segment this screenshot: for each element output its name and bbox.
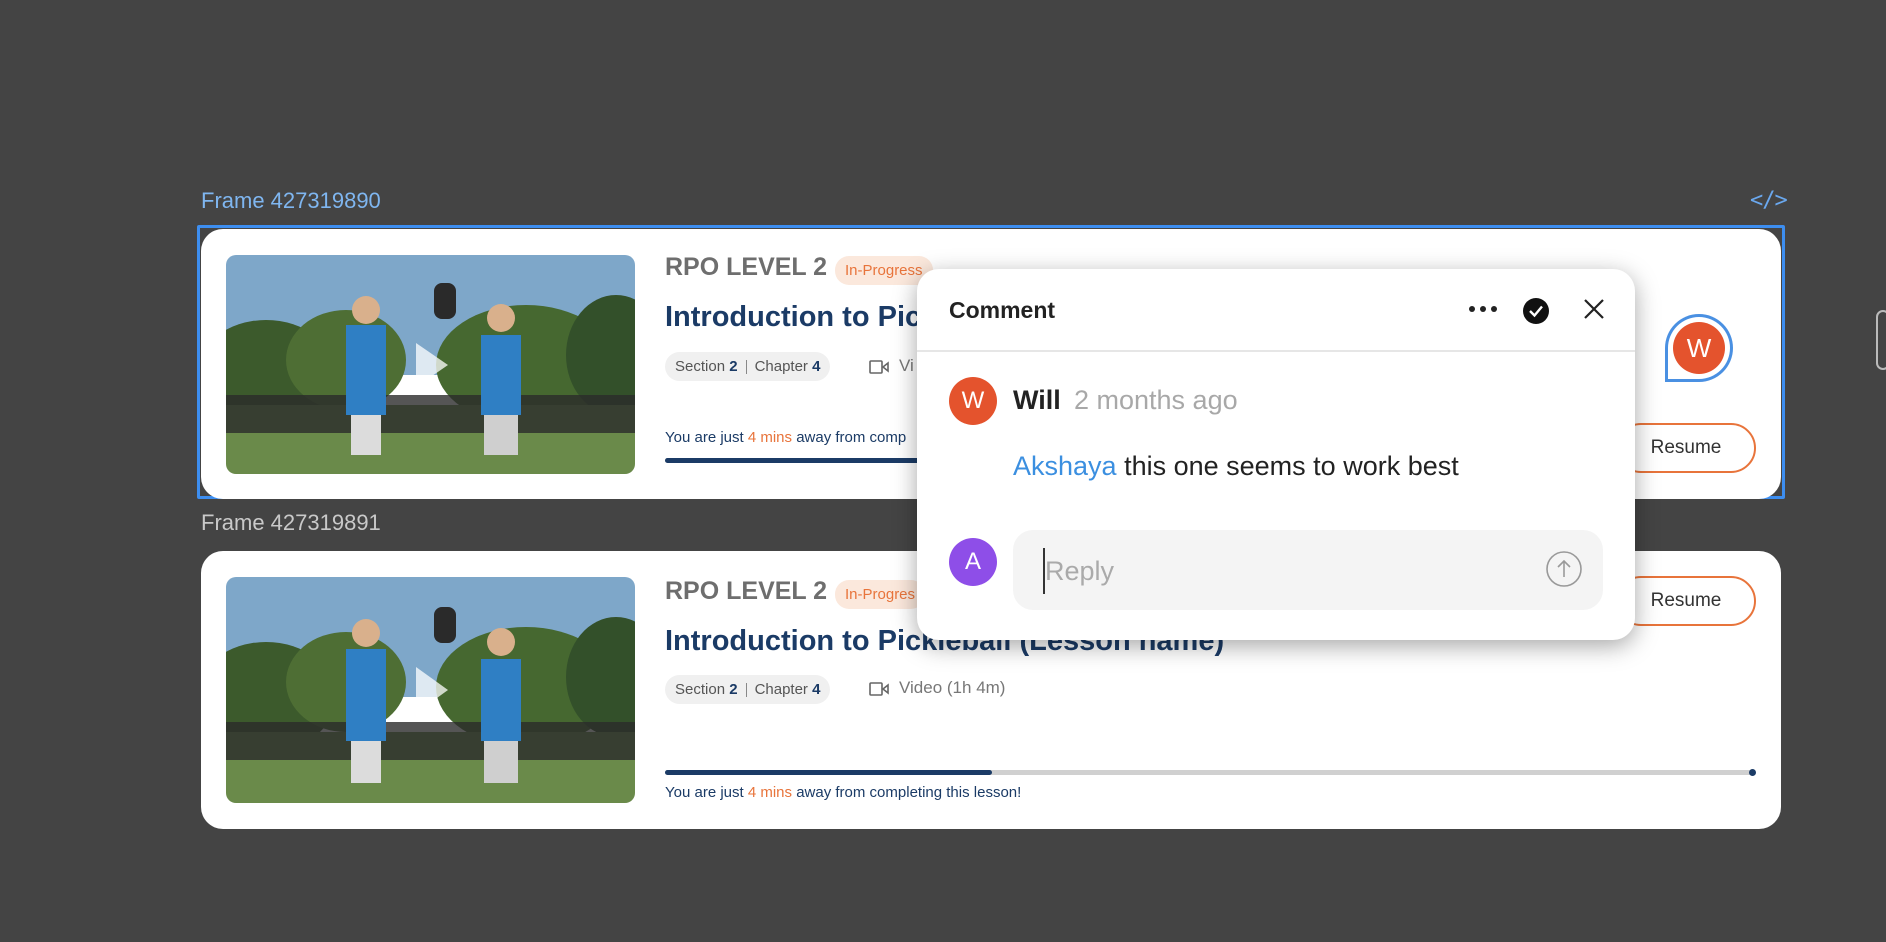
close-icon[interactable] <box>1582 297 1606 321</box>
comment-body: Akshaya this one seems to work best <box>1013 451 1459 482</box>
away-prefix: You are just <box>665 784 744 801</box>
lesson-thumbnail[interactable] <box>226 577 635 803</box>
away-prefix: You are just <box>665 429 744 446</box>
resume-button[interactable]: Resume <box>1616 423 1756 473</box>
code-icon[interactable]: </> <box>1750 188 1788 213</box>
away-minutes: 4 mins <box>747 429 793 446</box>
video-icon <box>869 681 889 696</box>
away-message: You are just 4 mins away from comp <box>665 429 906 446</box>
progress-bar <box>665 769 1756 776</box>
more-icon[interactable] <box>1465 297 1501 321</box>
reply-input[interactable] <box>1043 548 1517 594</box>
thumbnail-image <box>226 255 635 474</box>
status-badge: In-Progress <box>835 256 933 285</box>
away-message: You are just 4 mins away from completing… <box>665 784 1021 801</box>
section-number: 2 <box>729 358 738 375</box>
comment-pin[interactable]: W <box>1665 314 1733 382</box>
send-icon[interactable] <box>1545 550 1583 588</box>
section-label: Section <box>675 358 726 375</box>
section-chapter-chip: Section 2 Chapter 4 <box>665 352 831 381</box>
divider <box>917 350 1635 352</box>
avatar: W <box>1673 322 1725 374</box>
course-level: RPO LEVEL 2 <box>665 577 828 605</box>
resolve-check-icon[interactable] <box>1522 297 1550 325</box>
video-label: Video (1h 4m) <box>899 678 1006 697</box>
progress-end-dot <box>1749 769 1756 776</box>
avatar: A <box>949 538 997 586</box>
frame-label[interactable]: Frame 427319890 <box>201 188 381 214</box>
reply-box[interactable] <box>1013 530 1603 610</box>
progress-fill <box>665 770 992 775</box>
status-badge: In-Progres <box>835 580 926 609</box>
comment-popover: Comment W Will 2 months ago Akshaya this… <box>917 269 1635 640</box>
chapter-number: 4 <box>812 358 821 375</box>
away-suffix: away from completing this lesson! <box>796 784 1022 801</box>
avatar: W <box>949 377 997 425</box>
away-suffix: away from comp <box>796 429 907 446</box>
video-meta: Video (1h 4m) <box>869 678 1005 698</box>
lesson-thumbnail[interactable] <box>226 255 635 474</box>
video-meta: Vi <box>869 356 914 376</box>
mention[interactable]: Akshaya <box>1013 451 1117 481</box>
resume-button[interactable]: Resume <box>1616 576 1756 626</box>
popover-title: Comment <box>949 297 1056 323</box>
section-label: Section <box>675 681 726 698</box>
scrollbar-handle[interactable] <box>1876 310 1886 370</box>
course-level: RPO LEVEL 2 <box>665 253 828 281</box>
chapter-label: Chapter <box>754 358 808 375</box>
away-minutes: 4 mins <box>747 784 793 801</box>
video-icon <box>869 359 889 374</box>
section-chapter-chip: Section 2 Chapter 4 <box>665 675 831 704</box>
chapter-number: 4 <box>812 681 821 698</box>
chapter-label: Chapter <box>754 681 808 698</box>
video-label: Vi <box>899 356 914 375</box>
comment-author: Will <box>1013 385 1061 415</box>
lesson-title[interactable]: Introduction to Pic <box>665 301 921 334</box>
frame-label[interactable]: Frame 427319891 <box>201 510 381 536</box>
section-number: 2 <box>729 681 738 698</box>
thumbnail-image <box>226 577 635 803</box>
comment-text: this one seems to work best <box>1124 451 1459 481</box>
comment-time: 2 months ago <box>1074 385 1238 415</box>
